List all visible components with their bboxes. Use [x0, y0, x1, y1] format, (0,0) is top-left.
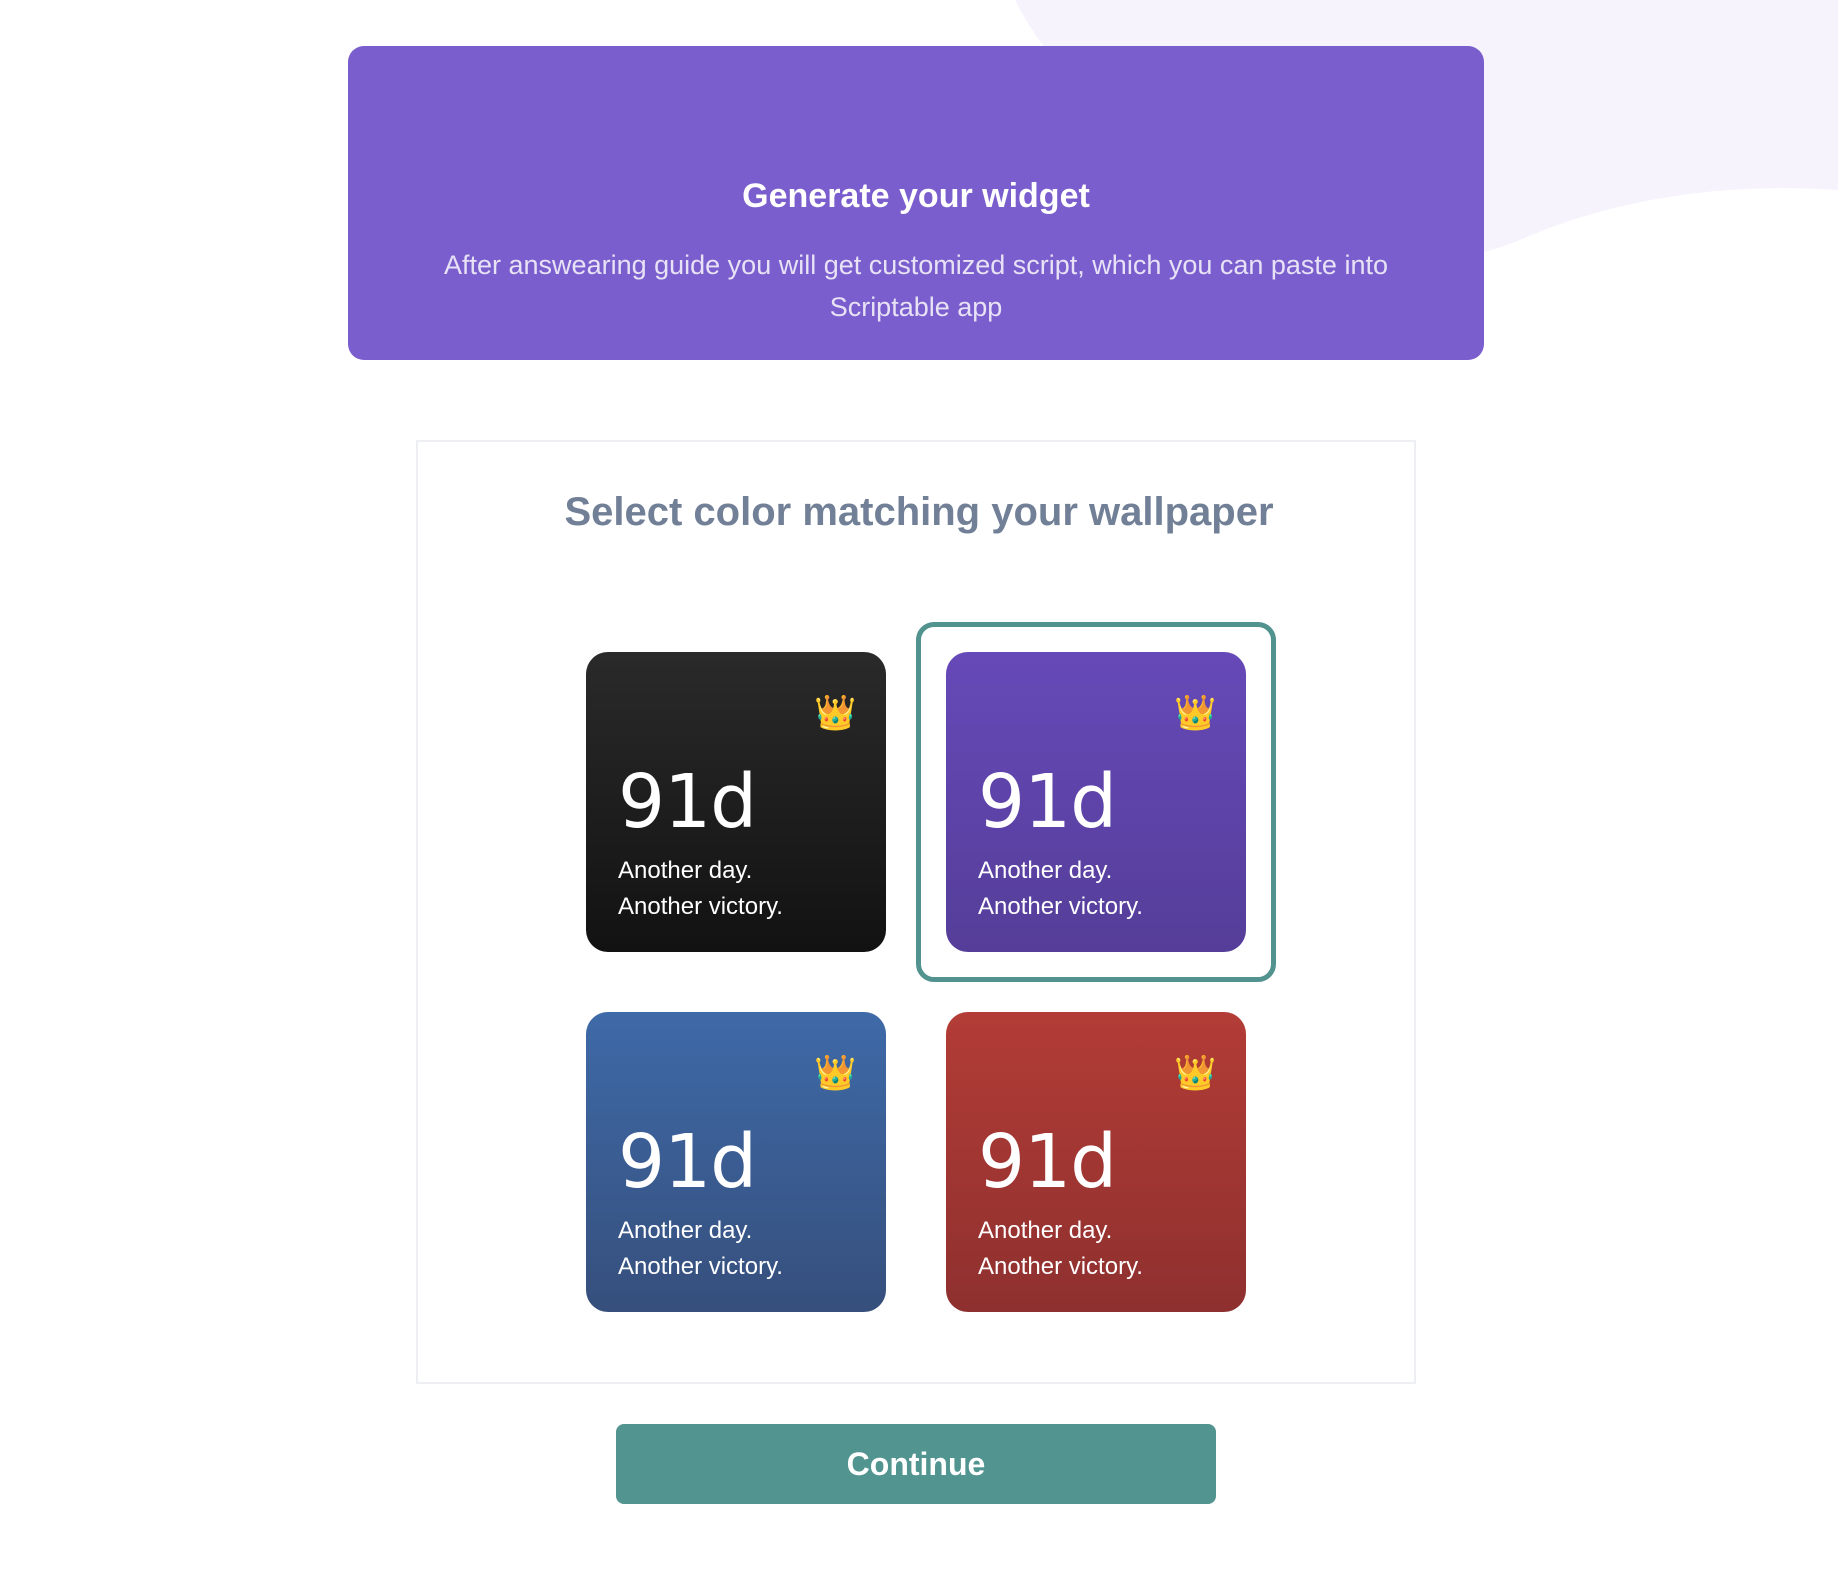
widget-caption-line1: Another day.	[618, 1217, 753, 1244]
widget-option-blue[interactable]: 👑 91d Another day. Another victory.	[586, 1012, 886, 1312]
continue-button[interactable]: Continue	[616, 1424, 1216, 1504]
widget-caption-line2: Another victory.	[618, 893, 783, 920]
crown-icon: 👑	[814, 1054, 857, 1092]
widget-days: 91d	[978, 759, 1117, 845]
widget-option-red[interactable]: 👑 91d Another day. Another victory.	[946, 1012, 1246, 1312]
widget-days: 91d	[618, 759, 757, 845]
panel-heading: Select color matching your wallpaper	[564, 490, 1274, 534]
widget-caption-line2: Another victory.	[978, 893, 1143, 920]
crown-icon: 👑	[1174, 1054, 1217, 1092]
hero-subtitle: After answearing guide you will get cust…	[444, 250, 1388, 322]
widget-days: 91d	[618, 1119, 757, 1205]
widget-option-black[interactable]: 👑 91d Another day. Another victory.	[586, 652, 886, 952]
hero-banner: Generate your widget After answearing gu…	[348, 46, 1484, 360]
widget-caption-line1: Another day.	[618, 857, 753, 884]
widget-days: 91d	[978, 1119, 1117, 1205]
crown-icon: 👑	[814, 694, 857, 732]
crown-icon: 👑	[1174, 694, 1217, 732]
widget-caption-line1: Another day.	[978, 857, 1113, 884]
hero-title: Generate your widget	[742, 177, 1090, 215]
widget-caption-line2: Another victory.	[618, 1253, 783, 1280]
widget-option-purple[interactable]: 👑 91d Another day. Another victory.	[916, 622, 1276, 982]
widget-caption-line2: Another victory.	[978, 1253, 1143, 1280]
widget-caption-line1: Another day.	[978, 1217, 1113, 1244]
